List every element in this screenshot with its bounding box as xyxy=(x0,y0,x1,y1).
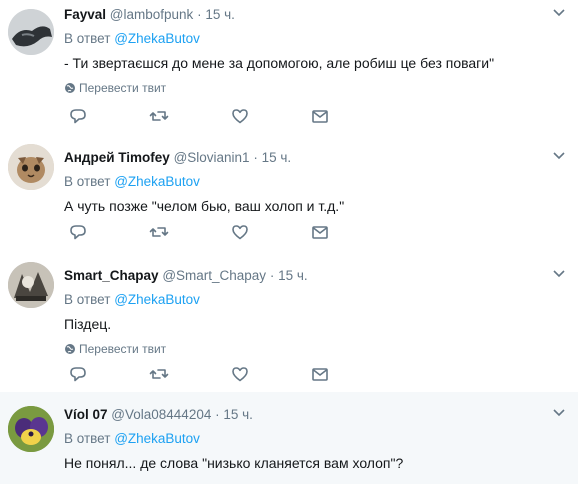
translate-link[interactable]: Перевести твит xyxy=(64,80,166,96)
avatar[interactable] xyxy=(8,262,54,308)
mention-link[interactable]: @ZhekaButov xyxy=(114,174,200,189)
user-handle[interactable]: @lambofpunk xyxy=(110,7,194,22)
retweet-icon[interactable] xyxy=(149,106,169,126)
tweet-header: Fayval @lambofpunk · 15 ч. xyxy=(64,6,568,24)
avatar[interactable] xyxy=(8,9,54,55)
chevron-down-icon[interactable] xyxy=(550,146,568,164)
reply-icon[interactable] xyxy=(68,106,88,126)
translate-label: Перевести твит xyxy=(79,342,167,356)
globe-icon xyxy=(65,344,75,354)
tweet-actions xyxy=(68,106,338,126)
mention-link[interactable]: @ZhekaButov xyxy=(114,431,200,446)
chevron-down-icon[interactable] xyxy=(550,3,568,21)
reply-icon[interactable] xyxy=(68,364,88,384)
reply-prefix: В ответ xyxy=(64,31,111,46)
tweet-header: Андрей Timofey @Slovianin1 · 15 ч. xyxy=(64,149,568,167)
reply-context: В ответ @ZhekaButov xyxy=(64,430,200,448)
chevron-down-icon[interactable] xyxy=(550,403,568,421)
timestamp[interactable]: 15 ч. xyxy=(262,150,292,165)
envelope-icon[interactable] xyxy=(310,222,330,242)
tweet[interactable]: Smart_Chapay @Smart_Chapay · 15 ч. В отв… xyxy=(0,249,578,393)
user-handle[interactable]: @Smart_Chapay xyxy=(162,268,266,283)
tweet-text: А чуть позже "челом бью, ваш холоп и т.д… xyxy=(64,198,345,214)
avatar[interactable] xyxy=(8,144,54,190)
display-name[interactable]: Víol 07 xyxy=(64,407,108,422)
display-name[interactable]: Smart_Chapay xyxy=(64,268,159,283)
heart-icon[interactable] xyxy=(230,106,250,126)
avatar[interactable] xyxy=(8,406,54,452)
reply-context: В ответ @ZhekaButov xyxy=(64,291,200,309)
mention-link[interactable]: @ZhekaButov xyxy=(114,31,200,46)
retweet-icon[interactable] xyxy=(149,222,169,242)
reply-context: В ответ @ZhekaButov xyxy=(64,173,200,191)
tweet-actions xyxy=(68,364,338,384)
separator-dot: · xyxy=(215,407,220,422)
timestamp[interactable]: 15 ч. xyxy=(278,268,308,283)
translate-label: Перевести твит xyxy=(79,81,167,95)
timestamp[interactable]: 15 ч. xyxy=(205,7,235,22)
heart-icon[interactable] xyxy=(230,222,250,242)
heart-icon[interactable] xyxy=(230,364,250,384)
user-handle[interactable]: @Vola08444204 xyxy=(111,407,211,422)
tweet-text: - Ти звертаєшся до мене за допомогою, ал… xyxy=(64,55,495,71)
reply-prefix: В ответ xyxy=(64,292,111,307)
user-handle[interactable]: @Slovianin1 xyxy=(174,150,250,165)
separator-dot: · xyxy=(269,268,275,283)
tweet-text: Не понял... де слова "низько кланяется в… xyxy=(64,455,404,471)
display-name[interactable]: Fayval xyxy=(64,7,106,22)
translate-link[interactable]: Перевести твит xyxy=(64,341,166,357)
timestamp[interactable]: 15 ч. xyxy=(223,407,253,422)
tweet[interactable]: Víol 07 @Vola08444204 · 15 ч. В ответ @Z… xyxy=(0,392,578,484)
tweet-actions xyxy=(68,222,338,242)
envelope-icon[interactable] xyxy=(310,106,330,126)
tweet[interactable]: Fayval @lambofpunk · 15 ч. В ответ @Zhek… xyxy=(0,0,578,132)
mention-link[interactable]: @ZhekaButov xyxy=(114,292,200,307)
envelope-icon[interactable] xyxy=(310,364,330,384)
tweet[interactable]: Андрей Timofey @Slovianin1 · 15 ч. В отв… xyxy=(0,131,578,250)
tweet-header: Víol 07 @Vola08444204 · 15 ч. xyxy=(64,406,568,424)
chevron-down-icon[interactable] xyxy=(550,264,568,282)
tweet-text: Пiздец. xyxy=(64,316,112,332)
reply-prefix: В ответ xyxy=(64,431,111,446)
globe-icon xyxy=(65,83,75,93)
reply-prefix: В ответ xyxy=(64,174,111,189)
display-name[interactable]: Андрей Timofey xyxy=(64,150,170,165)
reply-context: В ответ @ZhekaButov xyxy=(64,30,200,48)
retweet-icon[interactable] xyxy=(149,364,169,384)
separator-dot: · xyxy=(197,7,202,22)
tweet-header: Smart_Chapay @Smart_Chapay · 15 ч. xyxy=(64,267,568,285)
reply-icon[interactable] xyxy=(68,222,88,242)
separator-dot: · xyxy=(253,150,258,165)
